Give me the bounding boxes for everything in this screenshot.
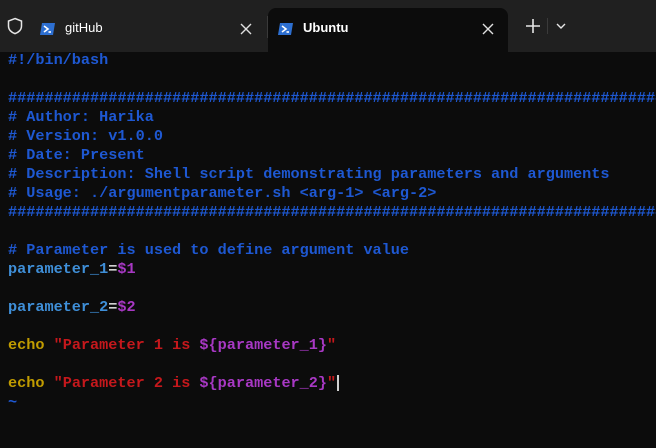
tab-ubuntu[interactable]: Ubuntu (268, 8, 508, 52)
comment-description: # Description: Shell script demonstratin… (8, 165, 610, 183)
echo-line: echo "Parameter 2 is ${parameter_2}" (8, 374, 340, 393)
powershell-icon (278, 23, 293, 35)
echo-keyword: echo (8, 336, 45, 354)
string-literal: "Parameter 1 is (53, 336, 200, 354)
comment-usage: # Usage: ./argumentparameter.sh <arg-1> … (8, 184, 437, 202)
assignment-line: parameter_1=$1 (8, 260, 136, 279)
string-quote: " (327, 374, 337, 392)
echo-keyword: echo (8, 374, 45, 392)
tab-github[interactable]: gitHub (30, 8, 266, 52)
close-icon[interactable] (240, 23, 252, 35)
positional-parameter: $2 (117, 298, 136, 316)
comment-divider: ########################################… (8, 203, 656, 221)
close-icon[interactable] (482, 23, 494, 35)
text-cursor (337, 374, 340, 391)
terminal-editor[interactable]: #!/bin/bash ############################… (0, 51, 656, 411)
string-literal: "Parameter 2 is (53, 374, 200, 392)
comment-divider: ########################################… (8, 89, 656, 107)
shield-icon[interactable] (6, 17, 24, 35)
variable-expansion: ${parameter_1} (199, 336, 328, 354)
new-tab-button[interactable] (524, 17, 542, 35)
tab-bar: gitHub Ubuntu (0, 0, 656, 52)
empty-line-marker: ~ (8, 393, 18, 411)
comment-author: # Author: Harika (8, 108, 154, 126)
shebang-line: #!/bin/bash (8, 51, 109, 69)
string-quote: " (327, 336, 337, 354)
comment-date: # Date: Present (8, 146, 145, 164)
echo-line: echo "Parameter 1 is ${parameter_1}" (8, 336, 336, 355)
tab-label: gitHub (65, 20, 103, 35)
comment-parameter: # Parameter is used to define argument v… (8, 241, 410, 259)
powershell-icon (40, 23, 55, 35)
variable-expansion: ${parameter_2} (199, 374, 328, 392)
comment-version: # Version: v1.0.0 (8, 127, 163, 145)
tab-label: Ubuntu (303, 20, 349, 35)
positional-parameter: $1 (117, 260, 136, 278)
variable-name: parameter_2 (8, 298, 109, 316)
variable-name: parameter_1 (8, 260, 109, 278)
assignment-line: parameter_2=$2 (8, 298, 136, 317)
chevron-down-icon[interactable] (555, 21, 567, 31)
toolbar-divider (547, 18, 548, 34)
